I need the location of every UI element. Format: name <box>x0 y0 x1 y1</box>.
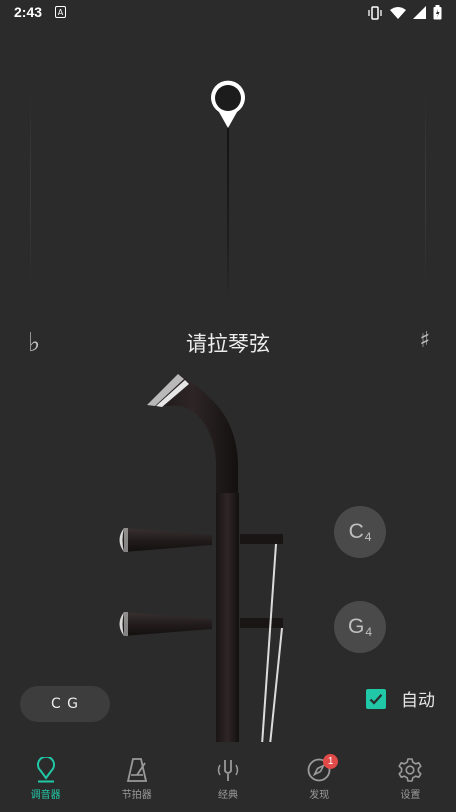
wifi-icon <box>390 5 406 24</box>
nav-label: 发现 <box>309 790 330 801</box>
bottom-navigation: 调音器 节拍器 经典 1 发现 设置 <box>0 742 456 812</box>
nav-item-settings[interactable]: 设置 <box>365 742 456 812</box>
tuning-fork-icon <box>214 756 242 784</box>
metronome-icon <box>123 756 151 784</box>
string-note-c4-button[interactable]: C4 <box>334 506 386 558</box>
note-octave: 4 <box>364 530 372 544</box>
auto-label: 自动 <box>401 691 435 711</box>
checkmark-icon <box>369 693 383 705</box>
nav-item-discover[interactable]: 1 发现 <box>274 742 365 812</box>
nav-item-metronome[interactable]: 节拍器 <box>91 742 182 812</box>
meter-needle <box>227 102 229 302</box>
gear-icon <box>396 756 424 784</box>
sharp-symbol: ♯ <box>419 328 430 353</box>
string-note-g4-button[interactable]: G4 <box>334 601 386 653</box>
vibrate-icon <box>367 5 383 24</box>
discover-badge: 1 <box>323 754 339 769</box>
nav-label: 节拍器 <box>121 790 152 801</box>
tuner-prompt: 请拉琴弦 <box>186 332 270 356</box>
meter-right-guide <box>425 90 426 290</box>
tuner-meter <box>0 30 456 310</box>
nav-item-classic[interactable]: 经典 <box>182 742 273 812</box>
status-bar: 2:43 A <box>0 0 456 26</box>
app-notification-icon: A <box>55 6 66 18</box>
signal-icon <box>413 5 426 24</box>
note-octave: 4 <box>365 625 373 639</box>
tuning-selector-button[interactable]: C G <box>20 686 110 722</box>
auto-checkbox[interactable] <box>366 688 386 709</box>
nav-label: 调音器 <box>30 790 61 801</box>
auto-mode-toggle[interactable]: 自动 <box>366 686 435 711</box>
note-letter: G <box>347 615 365 638</box>
tuner-pin-icon <box>32 756 60 784</box>
battery-icon <box>433 5 442 24</box>
meter-left-guide <box>30 90 31 290</box>
note-letter: C <box>348 520 364 543</box>
nav-label: 经典 <box>218 790 238 801</box>
status-icons <box>367 5 442 24</box>
nav-item-tuner[interactable]: 调音器 <box>0 742 91 812</box>
pitch-indicator-pin-icon <box>211 80 245 128</box>
nav-label: 设置 <box>400 790 421 801</box>
status-time: 2:43 <box>14 4 43 20</box>
